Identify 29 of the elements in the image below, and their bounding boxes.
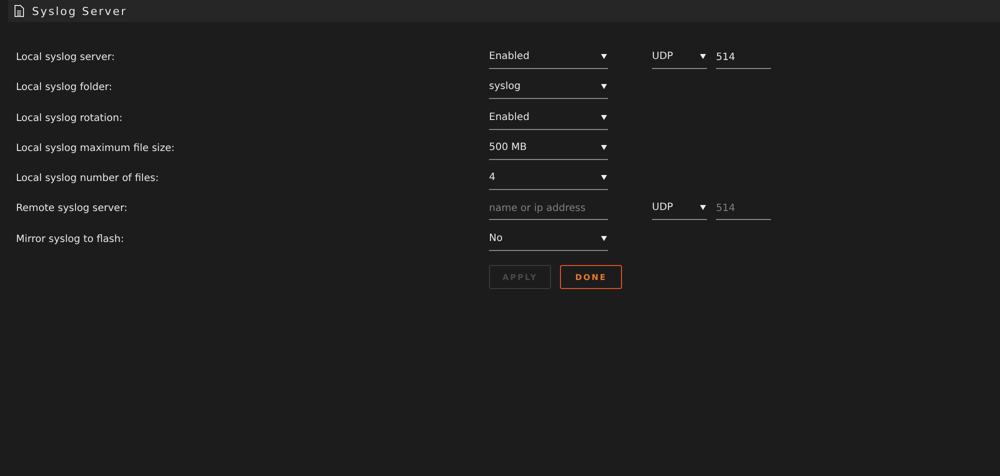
- caret-icon: [601, 144, 607, 150]
- caret-icon: [700, 54, 706, 59]
- input-field[interactable]: name or ip address: [489, 199, 608, 220]
- dropdown[interactable]: Enabled: [489, 48, 608, 69]
- caret-icon: [601, 175, 607, 180]
- caret-icon: [601, 54, 607, 59]
- caret-icon: [601, 236, 607, 241]
- action-button[interactable]: DONE: [560, 265, 622, 290]
- protocol-dropdown[interactable]: UDP: [652, 199, 707, 220]
- dropdown[interactable]: Enabled: [489, 108, 608, 130]
- caret-icon: [601, 114, 607, 120]
- port-field[interactable]: 514: [716, 199, 771, 220]
- document-icon: [14, 5, 24, 17]
- field-label: Mirror syslog to flash:: [16, 232, 125, 247]
- dropdown[interactable]: 4: [489, 169, 608, 190]
- field-label: Local syslog rotation:: [16, 112, 124, 126]
- port-field[interactable]: 514: [716, 48, 771, 69]
- dropdown[interactable]: 500 MB: [489, 138, 608, 160]
- dropdown[interactable]: No: [489, 230, 608, 251]
- caret-icon: [601, 84, 607, 90]
- panel-title: Syslog Server: [32, 4, 128, 18]
- dropdown[interactable]: syslog: [489, 78, 608, 100]
- field-label: Local syslog number of files:: [16, 172, 160, 186]
- field-label: Local syslog server:: [16, 51, 116, 65]
- field-label: Remote syslog server:: [16, 202, 128, 216]
- field-label: Local syslog folder:: [16, 81, 114, 96]
- field-label: Local syslog maximum file size:: [16, 142, 176, 156]
- caret-icon: [700, 205, 706, 210]
- protocol-dropdown[interactable]: UDP: [652, 48, 707, 69]
